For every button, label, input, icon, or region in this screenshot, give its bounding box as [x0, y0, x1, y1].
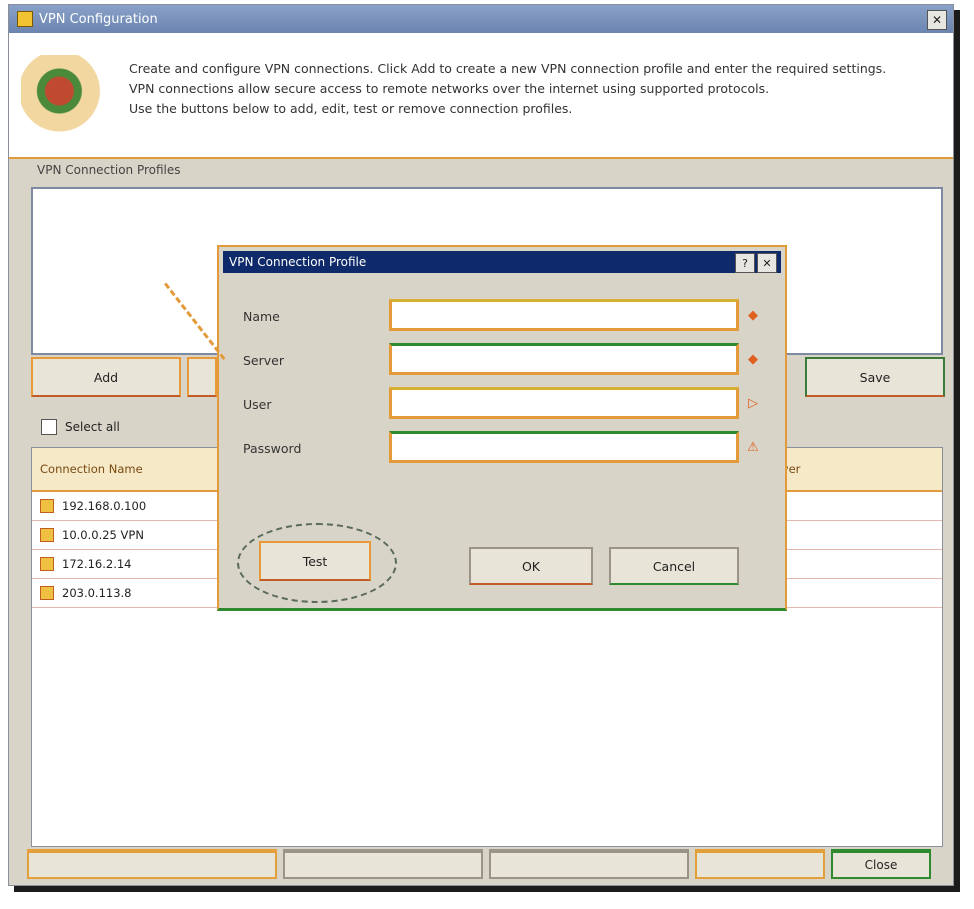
server-field[interactable] — [389, 343, 739, 375]
server-input[interactable] — [392, 346, 736, 372]
add-button[interactable]: Add — [31, 357, 181, 397]
table-cell: 203.0.113.8 — [62, 586, 132, 600]
connection-icon — [40, 499, 54, 513]
checkbox-label: Select all — [65, 420, 120, 434]
column-header[interactable]: Connection Name — [40, 462, 143, 476]
connection-icon — [40, 586, 54, 600]
dialog-titlebar[interactable]: VPN Connection Profile ? ✕ — [223, 251, 781, 273]
profiles-section-label: VPN Connection Profiles — [37, 163, 181, 177]
banner-description: Create and configure VPN connections. Cl… — [129, 59, 939, 119]
table-cell: 192.168.0.100 — [62, 499, 147, 513]
bottom-button[interactable] — [695, 849, 825, 879]
field-label-password: Password — [243, 441, 302, 456]
banner-line: Create and configure VPN connections. Cl… — [129, 61, 887, 76]
help-icon[interactable]: ? — [735, 253, 755, 273]
close-icon[interactable]: ✕ — [757, 253, 777, 273]
name-input[interactable] — [392, 302, 736, 328]
required-icon: ◆ — [748, 351, 758, 367]
banner-line: Use the buttons below to add, edit, test… — [129, 101, 573, 116]
arrow-icon: ▷ — [748, 395, 758, 411]
bottom-button-bar: Close — [27, 849, 943, 885]
password-input[interactable] — [392, 434, 736, 460]
window-titlebar[interactable]: VPN Configuration ✕ — [9, 5, 953, 33]
warning-icon: ⚠ — [747, 439, 759, 455]
checkbox-box[interactable] — [41, 419, 57, 435]
secondary-button[interactable] — [187, 357, 217, 397]
table-cell: 172.16.2.14 — [62, 557, 132, 571]
required-icon: ◆ — [748, 307, 758, 323]
select-all-checkbox[interactable]: Select all — [41, 419, 120, 435]
save-button[interactable]: Save — [805, 357, 945, 397]
profile-dialog: VPN Connection Profile ? ✕ Name ◆ Server… — [217, 245, 787, 611]
banner-logo-icon — [21, 55, 117, 135]
connection-icon — [40, 528, 54, 542]
window-title: VPN Configuration — [39, 11, 158, 27]
name-field[interactable] — [389, 299, 739, 331]
ok-button[interactable]: OK — [469, 547, 593, 585]
field-label-server: Server — [243, 353, 284, 368]
user-input[interactable] — [392, 390, 736, 416]
test-button[interactable]: Test — [259, 541, 371, 581]
field-label-user: User — [243, 397, 272, 412]
main-window: VPN Configuration ✕ Create and configure… — [8, 4, 954, 886]
banner-line: VPN connections allow secure access to r… — [129, 81, 770, 96]
info-banner: Create and configure VPN connections. Cl… — [9, 33, 953, 159]
dialog-title: VPN Connection Profile — [229, 255, 367, 269]
bottom-button[interactable] — [489, 849, 689, 879]
app-icon — [17, 11, 33, 27]
password-field[interactable] — [389, 431, 739, 463]
cancel-button[interactable]: Cancel — [609, 547, 739, 585]
bottom-button[interactable] — [27, 849, 277, 879]
field-label-name: Name — [243, 309, 280, 324]
table-cell: 10.0.0.25 VPN — [62, 528, 144, 542]
bottom-button[interactable] — [283, 849, 483, 879]
close-button[interactable]: Close — [831, 849, 931, 879]
close-icon[interactable]: ✕ — [927, 10, 947, 30]
user-field[interactable] — [389, 387, 739, 419]
connection-icon — [40, 557, 54, 571]
